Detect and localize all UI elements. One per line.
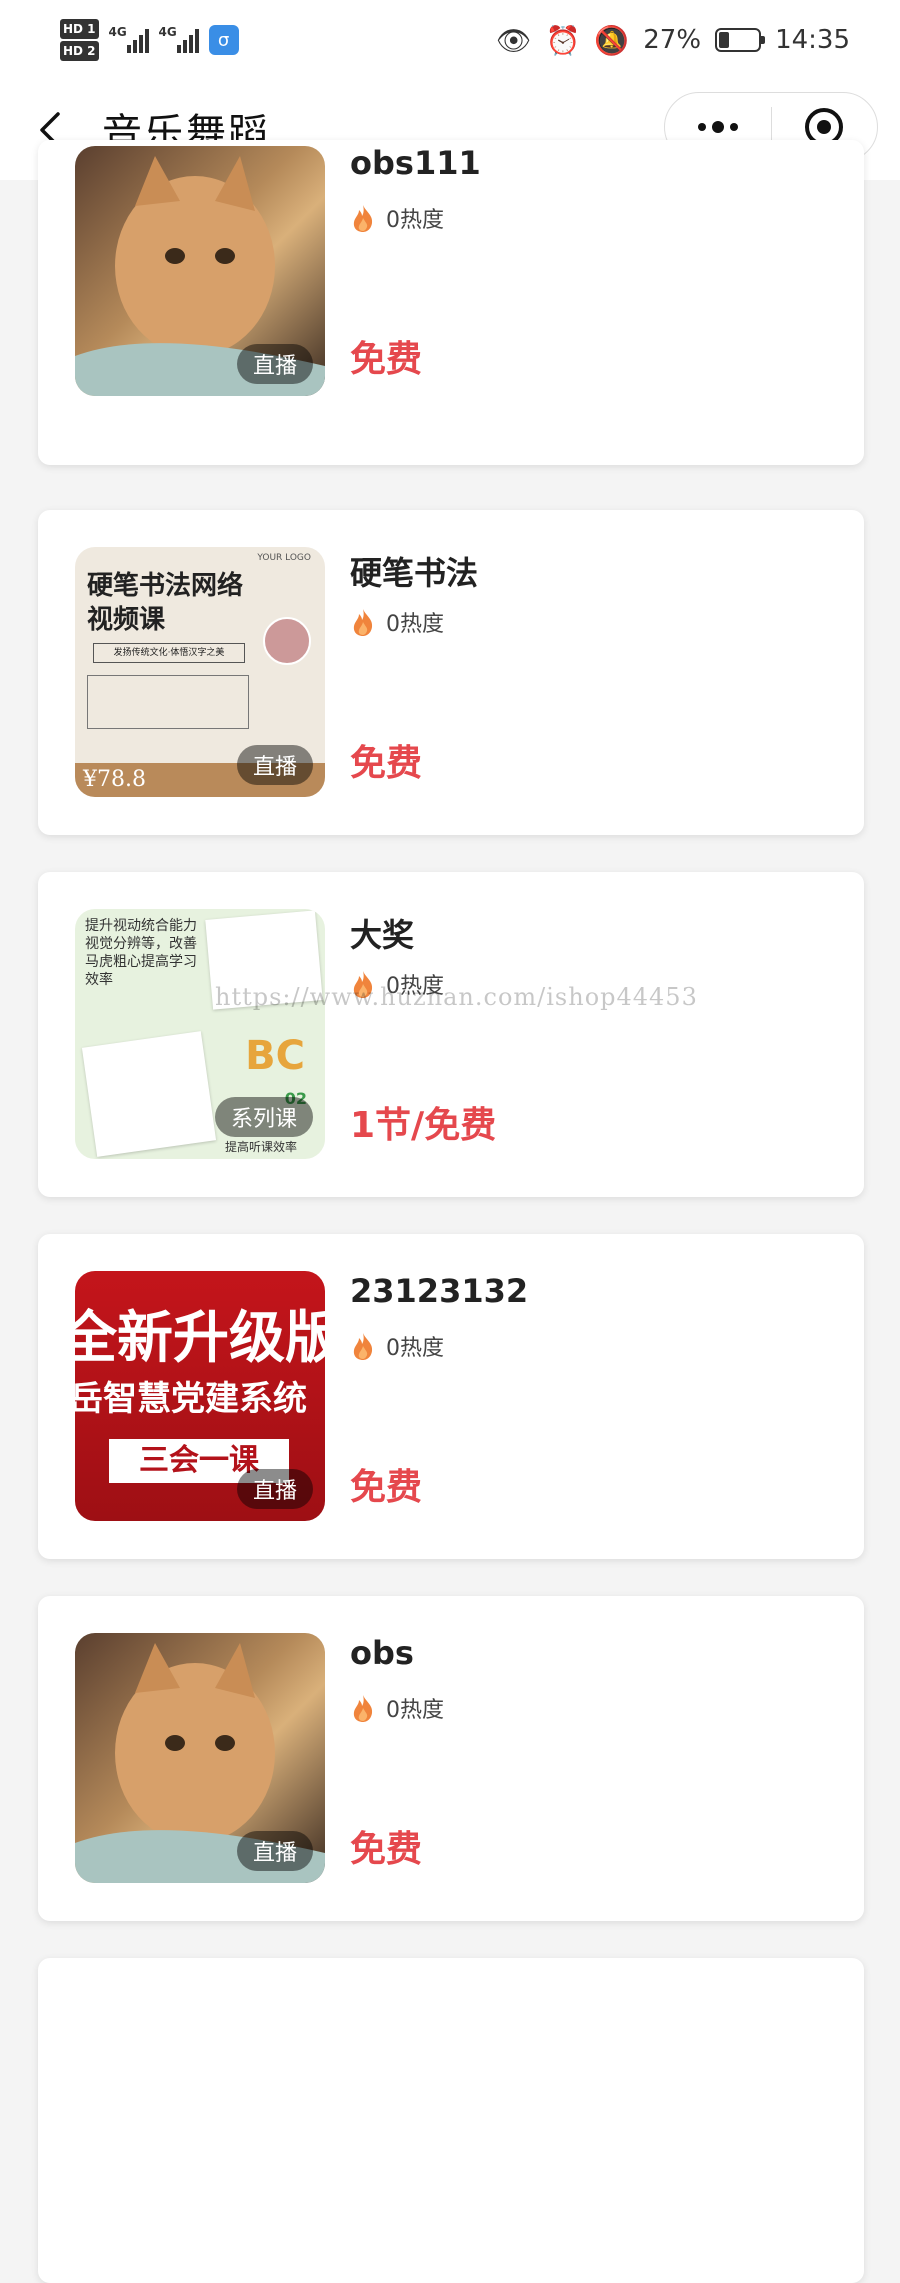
- thumb-price: ¥78.8: [83, 767, 146, 792]
- course-card[interactable]: 直播 obs 0热度 免费: [38, 1596, 864, 1921]
- status-right: 👁 ⏰ 🔕 27% 14:35: [496, 24, 850, 57]
- course-title: 硬笔书法: [350, 554, 479, 592]
- notification-app-icon: σ: [208, 25, 239, 55]
- course-thumbnail: 直播: [75, 146, 325, 396]
- course-price: 免费: [350, 1467, 423, 1508]
- heat-row: 0热度: [350, 1330, 444, 1362]
- signal-icon-2: 4G: [158, 25, 199, 53]
- flame-icon: [353, 205, 373, 232]
- course-title: 大奖: [350, 916, 415, 954]
- course-title: obs111: [350, 144, 481, 182]
- battery-icon: [715, 28, 766, 52]
- thumb-subtitle: 发扬传统文化·体悟汉字之美: [93, 643, 245, 663]
- hd1-label: HD 1: [60, 19, 99, 39]
- course-card[interactable]: 提升视动统合能力视觉分辨等，改善马虎粗心提高学习效率 BC 02 提高听课效率 …: [38, 872, 864, 1197]
- course-card[interactable]: YOUR LOGO 硬笔书法网络视频课 发扬传统文化·体悟汉字之美 ¥78.8 …: [38, 510, 864, 835]
- course-card-partial[interactable]: [38, 1958, 864, 2283]
- course-price: 1节/免费: [350, 1105, 497, 1146]
- heat-count: 0热度: [386, 208, 444, 233]
- network-type-2: 4G: [158, 25, 177, 39]
- network-type-1: 4G: [108, 25, 127, 39]
- thumb-badge: 直播: [236, 344, 313, 384]
- hd2-label: HD 2: [60, 41, 99, 61]
- flame-icon: [353, 609, 373, 636]
- heat-count: 0热度: [386, 1336, 444, 1361]
- mute-bell-icon: 🔕: [594, 23, 630, 57]
- status-bar: HD 1 HD 2 4G 4G σ 👁 ⏰ 🔕 27% 14:35: [0, 0, 900, 80]
- course-price: 免费: [350, 1829, 423, 1870]
- course-thumbnail: 提升视动统合能力视觉分辨等，改善马虎粗心提高学习效率 BC 02 提高听课效率 …: [75, 909, 325, 1159]
- thumb-badge: 系列课: [214, 1097, 313, 1137]
- course-price: 免费: [350, 339, 423, 380]
- thumb-heading: 硬笔书法网络视频课: [87, 571, 244, 635]
- thumb-letters: BC: [245, 1033, 305, 1079]
- teacher-avatar: [263, 617, 311, 665]
- status-left: HD 1 HD 2 4G 4G σ: [60, 18, 239, 62]
- clock: 14:35: [775, 25, 850, 55]
- watermark-text: https://www.huzhan.com/ishop44453: [215, 983, 698, 1011]
- thumb-logo-text: YOUR LOGO: [257, 553, 311, 563]
- battery-percent: 27%: [643, 25, 702, 55]
- signal-icon: 4G: [108, 25, 149, 53]
- thumb-feature-box: [87, 675, 249, 729]
- flame-icon: [353, 1695, 373, 1722]
- thumb-badge: 直播: [236, 745, 313, 785]
- course-thumbnail: YOUR LOGO 硬笔书法网络视频课 发扬传统文化·体悟汉字之美 ¥78.8 …: [75, 547, 325, 797]
- hd-indicator: HD 1 HD 2: [60, 18, 99, 62]
- worksheet-image: [81, 1031, 217, 1157]
- thumb-text: 提升视动统合能力视觉分辨等，改善马虎粗心提高学习效率: [85, 918, 197, 988]
- thumb-subheading: 岳智慧党建系统: [75, 1379, 307, 1419]
- course-price: 免费: [350, 743, 423, 784]
- course-card[interactable]: 直播 obs111 0热度 免费: [38, 140, 864, 465]
- course-title: obs: [350, 1634, 414, 1672]
- heat-count: 0热度: [386, 1698, 444, 1723]
- heat-row: 0热度: [350, 202, 444, 234]
- heat-count: 0热度: [386, 612, 444, 637]
- course-title: 23123132: [350, 1272, 529, 1310]
- more-button[interactable]: [665, 121, 771, 133]
- thumb-caption: 提高听课效率: [225, 1140, 298, 1154]
- alarm-icon: ⏰: [545, 23, 581, 57]
- course-thumbnail: 全新升级版 岳智慧党建系统 三会一课 直播: [75, 1271, 325, 1521]
- flame-icon: [353, 1333, 373, 1360]
- heat-row: 0热度: [350, 1692, 444, 1724]
- eye-icon: 👁: [495, 23, 532, 57]
- course-thumbnail: 直播: [75, 1633, 325, 1883]
- thumb-badge: 直播: [236, 1831, 313, 1871]
- heat-row: 0热度: [350, 606, 444, 638]
- thumb-badge: 直播: [236, 1469, 313, 1509]
- course-card[interactable]: 全新升级版 岳智慧党建系统 三会一课 直播 23123132 0热度 免费: [38, 1234, 864, 1559]
- thumb-heading: 全新升级版: [75, 1306, 325, 1371]
